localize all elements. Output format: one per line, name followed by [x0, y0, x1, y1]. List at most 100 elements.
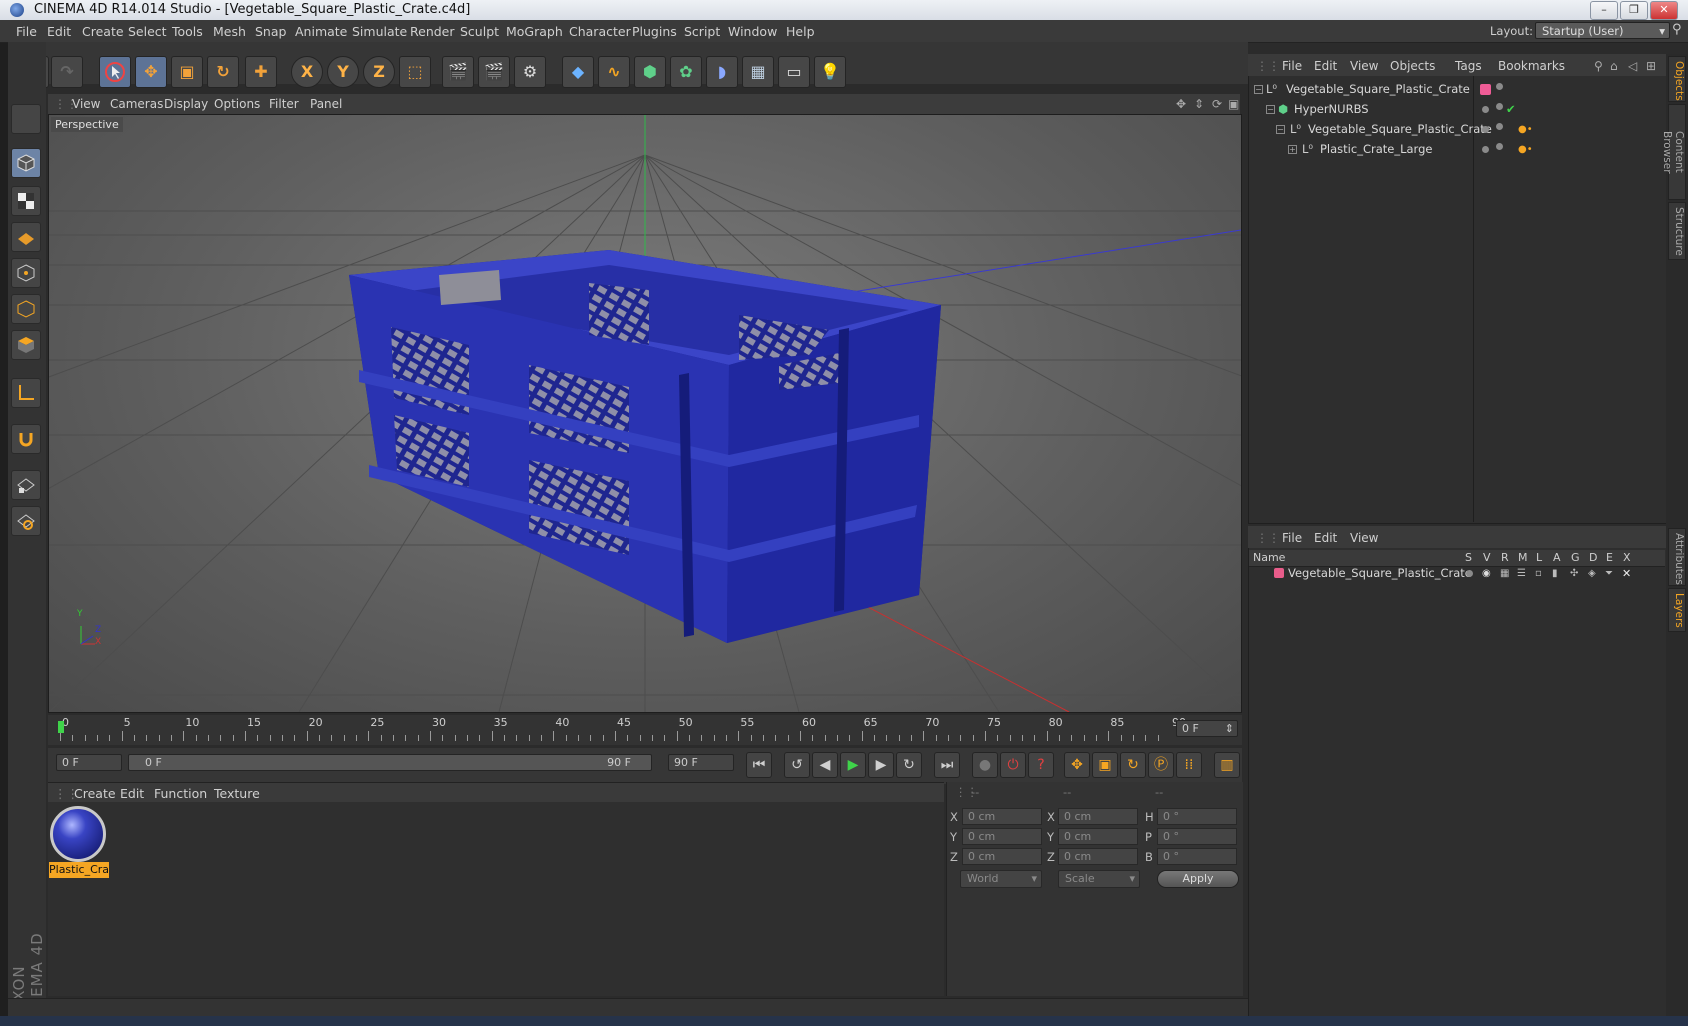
render-view-button[interactable]: 🎬	[442, 56, 474, 88]
redo-button[interactable]: ↷	[51, 56, 83, 88]
menu-edit[interactable]: Edit	[47, 24, 71, 39]
menu-render[interactable]: Render	[410, 24, 455, 39]
object-row[interactable]: − L⁰ Vegetable_Square_Plastic_Crate	[1252, 80, 1662, 99]
recent-tool-button[interactable]: ✚	[245, 56, 277, 88]
tab-attributes[interactable]: Attributes	[1668, 528, 1686, 586]
texture-tag-icon[interactable]: ●•	[1518, 140, 1533, 159]
render-icon[interactable]: ▦	[1500, 564, 1509, 583]
viewport-pan-icon[interactable]: ✥	[1176, 97, 1186, 111]
menu-character[interactable]: Character	[569, 24, 631, 39]
material-menu-edit[interactable]: Edit	[120, 786, 144, 801]
key-parameter-button[interactable]: Ⓟ	[1148, 752, 1174, 778]
previous-key-button[interactable]: ↺	[784, 752, 810, 778]
menu-plugins[interactable]: Plugins	[632, 24, 677, 39]
menu-select[interactable]: Select	[128, 24, 167, 39]
layer-menu-edit[interactable]: Edit	[1314, 531, 1337, 545]
x-axis-lock-button[interactable]: X	[291, 56, 323, 88]
layer-color-swatch[interactable]	[1480, 84, 1491, 95]
viewport-menu-filter[interactable]: Filter	[269, 97, 299, 111]
layer-col-animation[interactable]: A	[1553, 551, 1561, 564]
current-frame-field[interactable]: 0 F ⇕	[1176, 720, 1238, 737]
texture-mode-button[interactable]	[11, 186, 41, 216]
object-menu-objects[interactable]: Objects	[1390, 59, 1435, 73]
layer-solo-dot[interactable]	[1466, 570, 1473, 577]
animation-icon[interactable]: ▮	[1552, 564, 1558, 583]
object-menu-edit[interactable]: Edit	[1314, 59, 1337, 73]
enabled-check-icon[interactable]: ✔	[1506, 100, 1516, 119]
home-icon[interactable]: ⌂	[1610, 59, 1618, 73]
size-mode-dropdown[interactable]: Scale ▾	[1058, 870, 1140, 888]
apply-button[interactable]: Apply	[1157, 870, 1239, 888]
material-menu-create[interactable]: Create	[74, 786, 116, 801]
collapse-icon[interactable]: −	[1266, 105, 1275, 114]
layer-col-render[interactable]: R	[1501, 551, 1509, 564]
cube-primitive-button[interactable]: ◆	[562, 56, 594, 88]
texture-tag-icon[interactable]: ●•	[1518, 120, 1533, 139]
render-picture-viewer-button[interactable]: 🎬	[478, 56, 510, 88]
layer-col-expressions[interactable]: E	[1606, 551, 1613, 564]
generator-icon[interactable]: ✣	[1570, 564, 1578, 583]
menu-snap[interactable]: Snap	[255, 24, 286, 39]
back-icon[interactable]: ◁	[1628, 59, 1637, 73]
menu-mesh[interactable]: Mesh	[213, 24, 246, 39]
object-row[interactable]: − L⁰ Vegetable_Square_Plastic_Crate ●•	[1252, 120, 1662, 139]
menu-create[interactable]: Create	[82, 24, 124, 39]
layer-col-xref[interactable]: X	[1623, 551, 1631, 564]
array-button[interactable]: ✿	[670, 56, 702, 88]
tab-objects[interactable]: Objects	[1668, 56, 1686, 102]
layer-col-locked[interactable]: L	[1536, 551, 1542, 564]
menu-simulate[interactable]: Simulate	[352, 24, 407, 39]
move-tool-button[interactable]: ✥	[135, 56, 167, 88]
rotation-b-field[interactable]: 0 °	[1157, 848, 1237, 865]
layer-menu-view[interactable]: View	[1350, 531, 1378, 545]
layer-col-manager[interactable]: M	[1518, 551, 1528, 564]
eye-icon[interactable]: ◉	[1482, 564, 1491, 583]
plastic-crate-model[interactable]	[349, 250, 941, 643]
play-button[interactable]: ▶	[840, 752, 866, 778]
layer-col-name[interactable]: Name	[1253, 551, 1285, 564]
spline-button[interactable]: ∿	[598, 56, 630, 88]
drag-handle-icon[interactable]: ⋮⋮	[1256, 531, 1280, 545]
menu-tools[interactable]: Tools	[172, 24, 203, 39]
z-axis-lock-button[interactable]: Z	[363, 56, 395, 88]
viewport-menu-view[interactable]: View	[72, 97, 100, 111]
object-menu-view[interactable]: View	[1350, 59, 1378, 73]
snap-toggle-button[interactable]	[11, 424, 41, 454]
go-to-start-button[interactable]: ⏮	[746, 752, 772, 778]
object-row[interactable]: + L⁰ Plastic_Crate_Large ●•	[1252, 140, 1662, 159]
workplane-mode-button[interactable]	[11, 104, 41, 134]
viewport-menu-cameras[interactable]: Cameras	[110, 97, 163, 111]
size-y-field[interactable]: 0 cm	[1058, 828, 1138, 845]
position-x-field[interactable]: 0 cm	[962, 808, 1042, 825]
workplane-grid-button[interactable]	[11, 222, 41, 252]
coordinate-space-dropdown[interactable]: World ▾	[960, 870, 1042, 888]
search-icon[interactable]: ⚲	[1594, 59, 1603, 73]
menu-sculpt[interactable]: Sculpt	[460, 24, 499, 39]
previous-frame-button[interactable]: ◀	[812, 752, 838, 778]
search-icon[interactable]: ⚲	[1672, 22, 1682, 37]
timeline-playhead[interactable]	[58, 721, 64, 733]
menu-script[interactable]: Script	[684, 24, 720, 39]
next-key-button[interactable]: ↻	[896, 752, 922, 778]
size-x-field[interactable]: 0 cm	[1058, 808, 1138, 825]
key-position-button[interactable]: ✥	[1064, 752, 1090, 778]
material-swatch[interactable]	[50, 806, 106, 862]
layout-select[interactable]: Startup (User) ▾	[1535, 22, 1670, 39]
record-button[interactable]: ●	[972, 752, 998, 778]
manager-icon[interactable]: ☰	[1517, 564, 1526, 583]
position-y-field[interactable]: 0 cm	[962, 828, 1042, 845]
layer-col-deformers[interactable]: D	[1589, 551, 1597, 564]
editor-visibility-dot[interactable]	[1482, 106, 1489, 113]
object-menu-tags[interactable]: Tags	[1455, 59, 1482, 73]
render-visibility-dot[interactable]	[1496, 143, 1503, 150]
keyframe-selection-button[interactable]: ?	[1028, 752, 1054, 778]
object-menu-file[interactable]: File	[1282, 59, 1302, 73]
deformer-icon[interactable]: ◈	[1588, 564, 1596, 583]
viewport-menu-display[interactable]: Display	[164, 97, 208, 111]
rotate-tool-button[interactable]: ↻	[207, 56, 239, 88]
y-axis-lock-button[interactable]: Y	[327, 56, 359, 88]
render-visibility-dot[interactable]	[1496, 103, 1503, 110]
viewport-zoom-icon[interactable]: ⇕	[1194, 97, 1204, 111]
next-frame-button[interactable]: ▶	[868, 752, 894, 778]
3d-viewport[interactable]: Perspective Y X Z	[48, 114, 1242, 713]
